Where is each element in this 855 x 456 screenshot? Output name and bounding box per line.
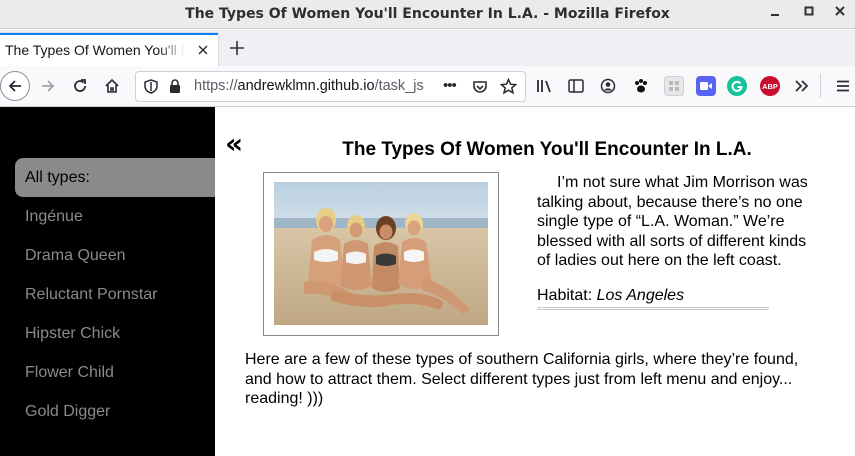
back-button[interactable] [0, 71, 30, 101]
extension-grid-button[interactable] [664, 76, 684, 96]
article-photo [274, 182, 488, 325]
description-paragraph: Here are a few of these types of souther… [245, 351, 799, 407]
home-icon [105, 78, 119, 93]
url-scheme: https:// [194, 78, 238, 94]
maximize-button[interactable] [799, 4, 819, 24]
page-heading: The Types Of Women You'll Encounter In L… [342, 139, 752, 160]
sidebar-button[interactable] [562, 72, 590, 100]
sidebar-item-reluctant-pornstar[interactable]: Reluctant Pornstar [15, 275, 215, 314]
page-viewport: All types: Ingénue Drama Queen Reluctant… [0, 107, 855, 456]
double-chevron-right-icon [795, 80, 809, 92]
extension-paw-button[interactable] [627, 72, 655, 100]
plus-icon [230, 41, 244, 55]
page-actions-button[interactable]: ••• [443, 77, 457, 94]
habitat-value: Los Angeles [596, 287, 685, 304]
hamburger-menu-icon [837, 80, 849, 92]
account-icon [600, 78, 616, 94]
reload-icon [74, 79, 86, 92]
tab-strip: The Types Of Women You'll Encounter In L… [0, 30, 855, 66]
extension-video-button[interactable] [696, 76, 716, 96]
habitat-line: Habitat: Los Angeles [537, 287, 769, 310]
sidebar-icon [568, 79, 584, 93]
close-icon [835, 6, 845, 16]
overflow-menu-button[interactable] [788, 72, 816, 100]
sidebar-item-ingenue[interactable]: Ingénue [15, 197, 215, 236]
app-menu-button[interactable] [829, 72, 855, 100]
account-button[interactable] [594, 72, 622, 100]
forward-button[interactable] [34, 72, 62, 100]
tab-active[interactable]: The Types Of Women You'll Encounter In L… [0, 33, 218, 66]
nav-toolbar: https://andrewklmn.github.io/task_js •••… [0, 66, 855, 107]
bookmark-star-icon[interactable] [499, 77, 518, 98]
intro-paragraph: I’m not sure what Jim Morrison was talki… [537, 174, 808, 269]
tracking-shield-icon[interactable] [144, 79, 158, 97]
grammarly-icon [731, 80, 743, 92]
back-link[interactable]: « [225, 129, 243, 159]
minimize-icon [771, 14, 779, 16]
arrow-right-icon [42, 80, 55, 92]
extension-grammarly-button[interactable] [727, 76, 747, 96]
habitat-label: Habitat: [537, 287, 593, 304]
minimize-button[interactable] [765, 4, 785, 24]
sidebar-item-gold-digger[interactable]: Gold Digger [15, 392, 215, 431]
window-close-button[interactable] [830, 4, 850, 24]
window-titlebar: The Types Of Women You'll Encounter In L… [0, 0, 855, 29]
tab-close-button[interactable] [194, 41, 212, 59]
grid-icon [669, 81, 679, 91]
sidebar-item-drama-queen[interactable]: Drama Queen [15, 236, 215, 275]
extension-adblock-button[interactable]: ABP [760, 76, 780, 96]
sidebar-item-all-types[interactable]: All types: [15, 158, 215, 197]
url-path: /task_js [374, 78, 424, 94]
sidebar-menu: All types: Ingénue Drama Queen Reluctant… [0, 107, 215, 456]
library-button[interactable] [531, 72, 559, 100]
window-title: The Types Of Women You'll Encounter In L… [185, 6, 670, 22]
toolbar-divider [820, 74, 821, 98]
home-button[interactable] [98, 72, 126, 100]
adblock-icon: ABP [762, 81, 778, 91]
sidebar-item-flower-child[interactable]: Flower Child [15, 353, 215, 392]
article-photo-frame [263, 172, 499, 336]
paw-icon [635, 79, 647, 93]
close-icon [198, 45, 208, 55]
url-text[interactable]: https://andrewklmn.github.io/task_js [194, 72, 438, 101]
tab-title: The Types Of Women You'll Encounter In L… [5, 42, 185, 58]
library-icon [537, 80, 551, 93]
arrow-left-icon [8, 80, 21, 92]
url-domain: andrewklmn.github.io [237, 78, 375, 94]
new-tab-button[interactable] [226, 36, 248, 60]
maximize-icon [804, 6, 814, 16]
lock-icon[interactable] [169, 79, 181, 97]
url-bar[interactable]: https://andrewklmn.github.io/task_js ••• [135, 71, 526, 102]
reload-button[interactable] [66, 72, 94, 100]
video-camera-icon [700, 82, 712, 90]
sidebar-item-hipster-chick[interactable]: Hipster Chick [15, 314, 215, 353]
pocket-icon[interactable] [472, 79, 488, 98]
